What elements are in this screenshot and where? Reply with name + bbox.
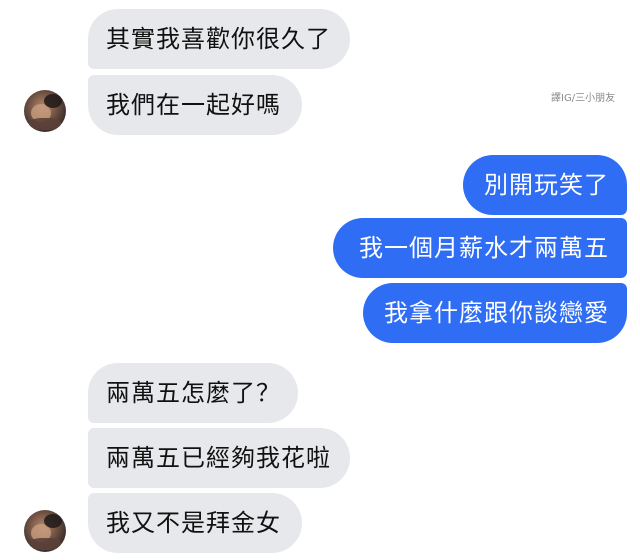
message-bubble-incoming[interactable]: 我們在一起好嗎	[88, 75, 302, 135]
message-bubble-incoming[interactable]: 兩萬五怎麼了？	[88, 363, 298, 423]
sender-avatar-icon[interactable]	[24, 510, 66, 552]
message-bubble-incoming[interactable]: 其實我喜歡你很久了	[88, 9, 350, 69]
message-bubble-outgoing[interactable]: 我一個月薪水才兩萬五	[333, 218, 627, 278]
message-bubble-incoming[interactable]: 兩萬五已經夠我花啦	[88, 428, 350, 488]
sender-avatar-icon[interactable]	[24, 90, 66, 132]
message-bubble-incoming[interactable]: 我又不是拜金女	[88, 493, 302, 553]
message-bubble-outgoing[interactable]: 別開玩笑了	[463, 155, 627, 215]
message-bubble-outgoing[interactable]: 我拿什麼跟你談戀愛	[363, 283, 627, 343]
watermark: 譯IG/三小朋友	[551, 93, 616, 104]
